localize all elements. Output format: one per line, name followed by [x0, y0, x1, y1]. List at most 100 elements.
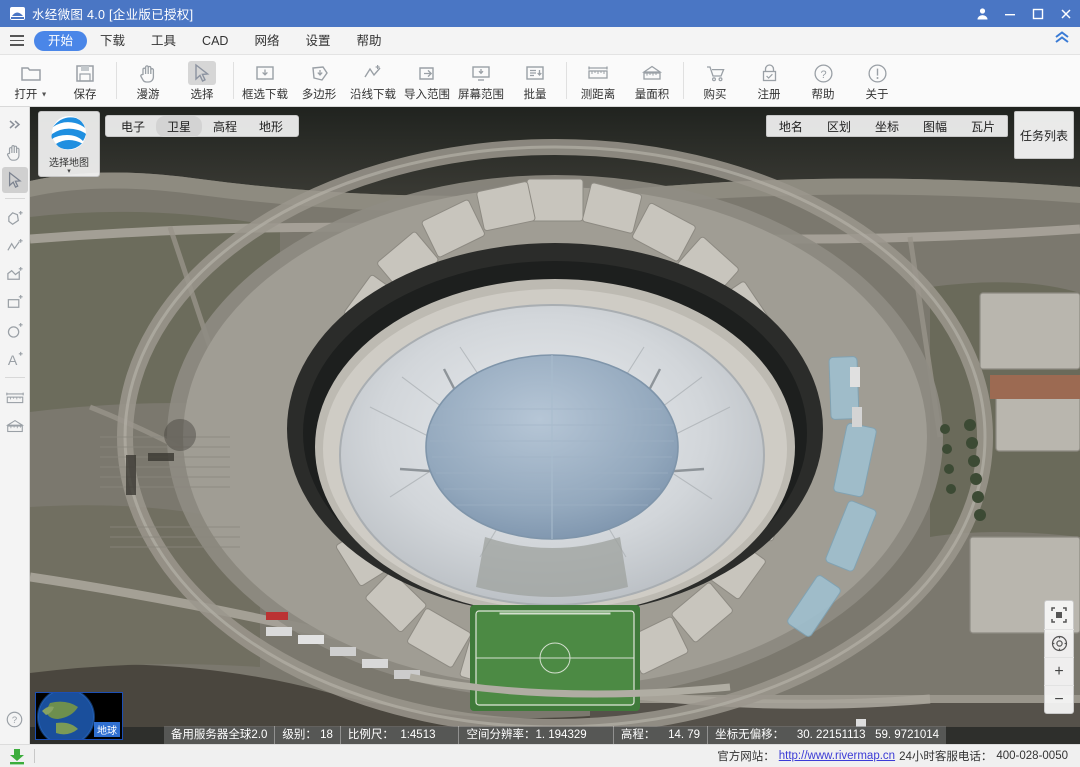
collapse-ribbon-icon[interactable] [1054, 31, 1070, 44]
zoom-out-icon[interactable]: − [1044, 685, 1074, 713]
svg-text:?: ? [820, 68, 826, 80]
ribbon-polygon-button[interactable]: 多边形 [292, 55, 346, 106]
ribbon-register-button[interactable]: 注册 [742, 55, 796, 106]
menu-item-download[interactable]: 下载 [87, 31, 138, 51]
ribbon-batch-button[interactable]: 批量 [508, 55, 562, 106]
minimize-button[interactable] [996, 0, 1024, 27]
expand-panel-icon[interactable] [2, 111, 28, 137]
add-polyline-icon[interactable] [2, 234, 28, 260]
status-level-value: 18 [320, 728, 333, 741]
select-map-label: 选择地图 [49, 158, 89, 169]
status-latitude: 59. 9721014 [875, 728, 940, 741]
overlay-tab-tiles[interactable]: 瓦片 [959, 116, 1007, 137]
select-map-button[interactable]: 选择地图 ▾ [38, 111, 100, 177]
menu-item-settings[interactable]: 设置 [292, 31, 343, 51]
select-arrow-icon [188, 61, 216, 85]
ribbon-about-button[interactable]: 关于 [850, 55, 904, 106]
add-circle-icon[interactable] [2, 318, 28, 344]
ribbon-select-label: 选择 [190, 89, 214, 101]
menu-item-tools[interactable]: 工具 [138, 31, 189, 51]
ribbon-pan-label: 漫游 [136, 89, 160, 101]
ribbon-measure-area-button[interactable]: 量面积 [625, 55, 679, 106]
download-arrow-icon[interactable] [0, 748, 34, 765]
ribbon-purchase-button[interactable]: 购买 [688, 55, 742, 106]
left-measure-distance-icon[interactable] [2, 385, 28, 411]
ribbon-screen-range-label: 屏幕范围 [458, 89, 504, 101]
ribbon-save-button[interactable]: 保存 [58, 55, 112, 106]
footer-bar: 官方网站： http://www.rivermap.cn 24小时客服电话： 4… [0, 744, 1080, 767]
add-area-icon[interactable] [2, 262, 28, 288]
zoom-in-icon[interactable]: + [1044, 657, 1074, 685]
overlay-tab-districts[interactable]: 区划 [815, 116, 863, 137]
info-circle-icon [867, 61, 888, 85]
ribbon-separator [233, 62, 234, 99]
left-toolbar-separator [4, 377, 25, 378]
layer-tab-terrain[interactable]: 地形 [248, 116, 294, 137]
main-area: A ? 选择地图 ▾ 电子 卫星 高程 地形 地名 区划 坐标 图幅 瓦片 任务… [0, 107, 1080, 744]
map-layer-tabs: 电子 卫星 高程 地形 [105, 115, 300, 137]
ribbon-open-label: 打开 [14, 89, 38, 101]
menu-item-cad[interactable]: CAD [189, 31, 241, 51]
status-coord-label: 坐标无偏移： [715, 728, 785, 741]
window-controls [968, 0, 1080, 27]
add-polygon-icon[interactable] [2, 206, 28, 232]
ribbon-help-button[interactable]: ? 帮助 [796, 55, 850, 106]
add-text-icon[interactable]: A [2, 346, 28, 372]
task-list-button[interactable]: 任务列表 [1014, 111, 1074, 159]
compass-target-icon[interactable] [1044, 629, 1074, 657]
overlay-tab-coordinates[interactable]: 坐标 [863, 116, 911, 137]
status-longitude: 30. 22151113 [796, 728, 866, 741]
ribbon-pan-button[interactable]: 漫游 [121, 55, 175, 106]
footer-links: 官方网站： http://www.rivermap.cn 24小时客服电话： 4… [717, 748, 1080, 764]
menu-item-start[interactable]: 开始 [34, 30, 88, 51]
layer-tab-elevation[interactable]: 高程 [202, 116, 248, 137]
footer-separator [34, 749, 35, 763]
ribbon-measure-distance-button[interactable]: 测距离 [571, 55, 625, 106]
ribbon-select-button[interactable]: 选择 [175, 55, 229, 106]
menu-item-help[interactable]: 帮助 [343, 31, 394, 51]
maximize-button[interactable] [1024, 0, 1052, 27]
fit-extent-icon[interactable] [1044, 601, 1074, 629]
overlay-tab-mapsheet[interactable]: 图幅 [911, 116, 959, 137]
ribbon-screen-range-button[interactable]: 屏幕范围 [454, 55, 508, 106]
hamburger-menu-icon[interactable] [0, 27, 34, 55]
help-circle-icon[interactable]: ? [2, 706, 28, 732]
add-rectangle-icon[interactable] [2, 290, 28, 316]
question-circle-icon: ? [813, 61, 834, 85]
close-button[interactable] [1052, 0, 1080, 27]
ribbon-open-button[interactable]: 打开 ▼ [4, 55, 58, 106]
chevron-down-icon: ▾ [67, 168, 71, 175]
ribbon-batch-label: 批量 [523, 89, 547, 101]
chevron-down-icon: ▼ [40, 91, 48, 99]
folder-open-icon [20, 61, 42, 85]
ribbon-measure-distance-label: 测距离 [580, 89, 616, 101]
layer-tab-electronic[interactable]: 电子 [110, 116, 156, 137]
left-measure-area-icon[interactable] [2, 413, 28, 439]
status-level-label: 级别： [282, 728, 317, 741]
status-elevation-value: 14. 79 [668, 728, 701, 741]
overlay-tab-placenames[interactable]: 地名 [767, 116, 815, 137]
ribbon-box-download-button[interactable]: 框选下载 [238, 55, 292, 106]
cart-icon [705, 61, 726, 85]
window-title: 水经微图 4.0 [企业版已授权] [32, 8, 194, 22]
status-resolution-value: 1. 194329 [535, 728, 587, 741]
footer-site-link[interactable]: http://www.rivermap.cn [779, 750, 895, 762]
user-account-icon[interactable] [968, 0, 996, 27]
map-viewport[interactable]: 选择地图 ▾ 电子 卫星 高程 地形 地名 区划 坐标 图幅 瓦片 任务列表 +… [30, 107, 1080, 744]
screen-range-icon [470, 61, 492, 85]
ribbon-import-range-label: 导入范围 [404, 89, 450, 101]
title-bar: 水经微图 4.0 [企业版已授权] [0, 0, 1080, 27]
left-pan-hand-icon[interactable] [2, 139, 28, 165]
menu-item-network[interactable]: 网络 [241, 31, 292, 51]
box-download-icon [254, 61, 276, 85]
map-overlay-tabs: 地名 区划 坐标 图幅 瓦片 [765, 115, 1008, 137]
ribbon-purchase-label: 购买 [703, 89, 727, 101]
ribbon-import-range-button[interactable]: 导入范围 [400, 55, 454, 106]
ribbon-polyline-download-button[interactable]: 沿线下载 [346, 55, 400, 106]
layer-tab-satellite[interactable]: 卫星 [156, 115, 203, 137]
globe-icon [49, 113, 89, 153]
ribbon-polyline-download-label: 沿线下载 [350, 89, 396, 101]
ribbon-measure-area-label: 量面积 [634, 89, 670, 101]
left-select-arrow-icon[interactable] [1, 167, 28, 193]
status-elevation-label: 高程： [620, 728, 656, 741]
